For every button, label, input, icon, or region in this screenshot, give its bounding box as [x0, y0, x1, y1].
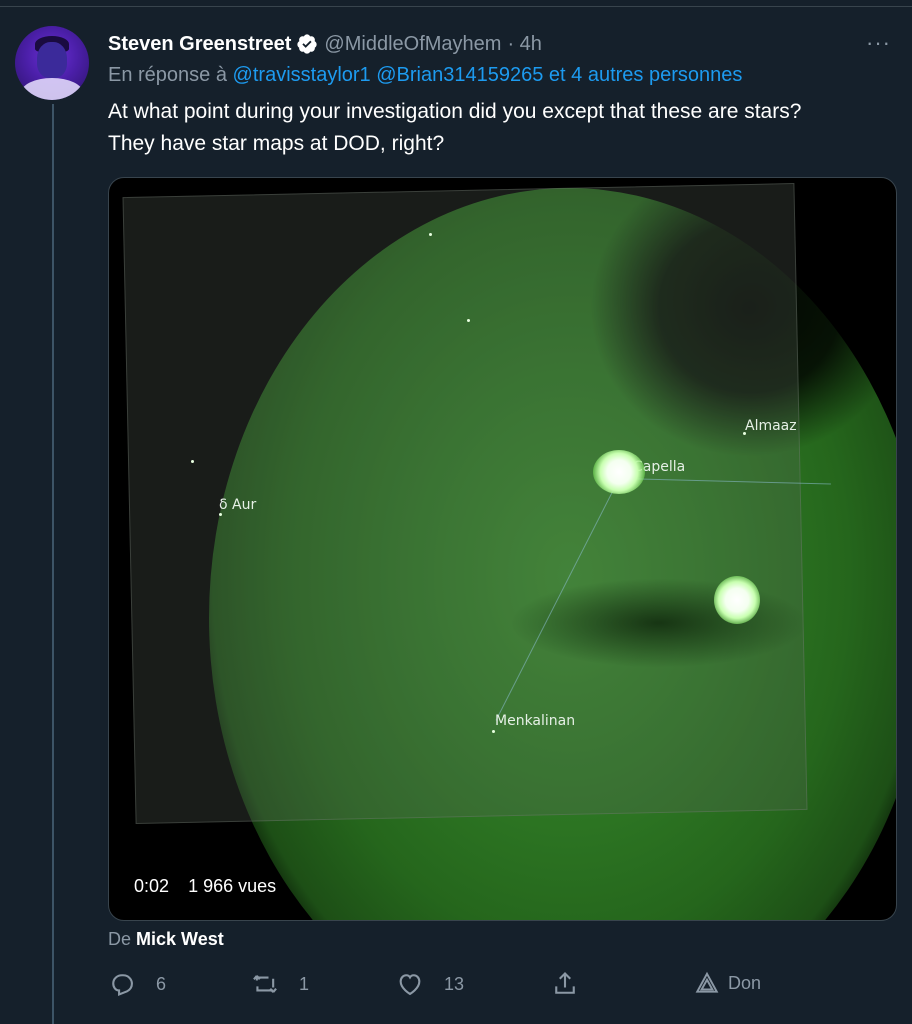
like-count: 13	[444, 973, 465, 994]
tweet-text-line: They have star maps at DOD, right?	[108, 132, 445, 155]
star-label-delta-aur: δ Aur	[219, 497, 257, 513]
other-mentions-link[interactable]: et 4 autres personnes	[549, 64, 742, 86]
star-dot	[492, 730, 495, 733]
mention-link[interactable]: @travisstaylor1	[233, 64, 371, 86]
more-options-icon[interactable]: ···	[866, 30, 891, 56]
avatar-face	[37, 42, 67, 78]
tweet-text: At what point during your investigation …	[108, 96, 898, 160]
retweet-count: 1	[299, 973, 310, 994]
video-meta: 0:02 1 966 vues	[134, 876, 276, 897]
star-label-menkalinan: Menkalinan	[495, 713, 576, 729]
avatar[interactable]	[15, 26, 89, 100]
author-name[interactable]: Steven Greenstreet	[108, 33, 291, 56]
tweet-timestamp[interactable]: · 4h	[507, 33, 541, 56]
media-source: De Mick West	[108, 929, 224, 950]
star-dot	[219, 513, 222, 516]
video-player[interactable]: Almaaz Capella δ Aur Menkalinan 0:02 1 9…	[108, 177, 897, 921]
donate-label: Don	[728, 972, 762, 993]
star-dot	[429, 233, 432, 236]
star-label-almaaz: Almaaz	[745, 418, 797, 434]
mention-link[interactable]: @Brian314159265	[376, 64, 543, 86]
bright-object	[714, 576, 760, 624]
source-prefix: De	[108, 929, 132, 949]
star-dot	[467, 319, 470, 322]
star-dot	[191, 460, 194, 463]
donate-button[interactable]: Don	[694, 970, 761, 996]
retweet-button[interactable]: 1	[251, 970, 309, 998]
share-button[interactable]	[551, 970, 579, 998]
tweet-actions: 6 1 13 Don	[108, 970, 898, 1004]
source-author-link[interactable]: Mick West	[136, 929, 224, 949]
reply-context: En réponse à @travisstaylor1 @Brian31415…	[108, 64, 742, 87]
reply-prefix: En réponse à	[108, 64, 227, 86]
reply-icon	[112, 974, 133, 997]
like-button[interactable]: 13	[396, 970, 464, 998]
author-handle[interactable]: @MiddleOfMayhem	[324, 33, 501, 56]
donate-triangle-icon	[695, 971, 719, 993]
avatar-shoulders	[21, 78, 83, 100]
cloud-streak	[509, 578, 809, 668]
bright-object	[593, 450, 645, 494]
video-views: 1 966 vues	[188, 876, 277, 896]
thread-connector-line	[52, 104, 54, 1024]
tweet-header: Steven Greenstreet @MiddleOfMayhem · 4h	[108, 30, 542, 58]
top-divider	[0, 0, 912, 7]
reply-button[interactable]: 6	[108, 970, 166, 998]
verified-badge-icon	[296, 33, 318, 55]
heart-icon	[399, 974, 421, 996]
share-icon	[555, 972, 575, 994]
retweet-icon	[253, 975, 277, 993]
reply-count: 6	[156, 973, 167, 994]
tweet-text-line: At what point during your investigation …	[108, 100, 802, 123]
video-timestamp: 0:02	[134, 876, 170, 896]
